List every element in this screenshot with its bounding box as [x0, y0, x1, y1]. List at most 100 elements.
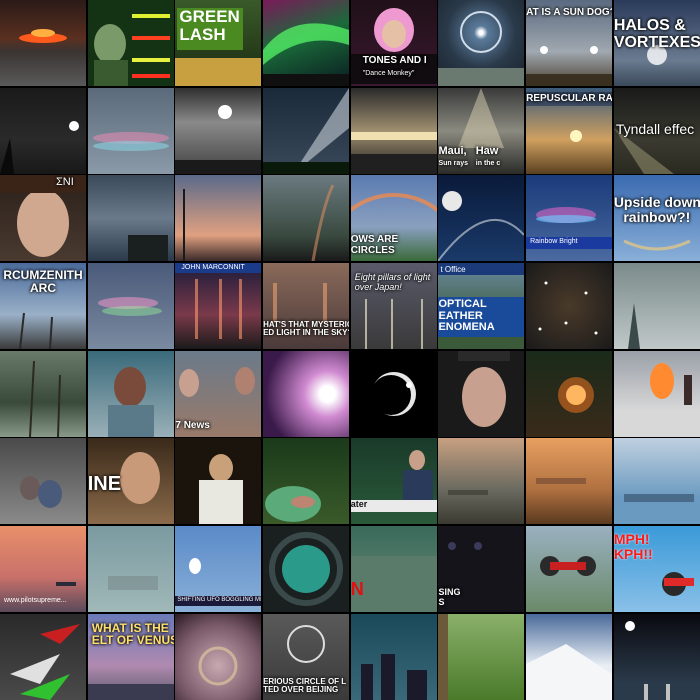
- thumbnail-r1c4[interactable]: [263, 0, 350, 86]
- thumbnail-r7c6[interactable]: SING S: [438, 526, 525, 613]
- iridescent-clouds-image: [97, 297, 162, 317]
- thumbnail-r1c2[interactable]: [87, 0, 174, 86]
- thumbnail-r3c7[interactable]: Rainbow Bright: [526, 175, 613, 262]
- thumbnail-r5c3[interactable]: 7 News: [175, 350, 262, 437]
- thumbnail-grid: GREEN LASH TONES AND I "Dance Monkey" AT…: [0, 0, 700, 700]
- thumbnail-r2c2[interactable]: [87, 87, 174, 174]
- thumbnail-r6c2[interactable]: INE: [87, 438, 174, 525]
- thumbnail-r3c1[interactable]: ΣNI: [0, 175, 86, 262]
- thumbnail-r3c3[interactable]: [175, 175, 262, 262]
- thumbnail-r7c3[interactable]: SHIFTING UFO BOGGLING MINDS: [175, 526, 262, 613]
- thumbnail-r1c7[interactable]: AT IS A SUN DOG?: [526, 0, 613, 86]
- thumbnail-r6c8[interactable]: [613, 438, 700, 525]
- thumbnail-r7c7[interactable]: [526, 526, 613, 613]
- thumbnail-r3c8[interactable]: Upside down rainbow?!: [613, 175, 700, 262]
- thumbnail-r1c1[interactable]: [0, 0, 86, 86]
- thumbnail-r5c5[interactable]: [350, 350, 437, 437]
- singer-stage-image: [199, 454, 244, 525]
- night-lights-image: [624, 620, 670, 700]
- thumbnail-r8c4[interactable]: ERIOUS CIRCLE OF L TED OVER BEIJING: [263, 613, 350, 700]
- thumbnail-r8c3[interactable]: [175, 613, 262, 700]
- tile-caption: HAT'S THAT MYSTERIOUS ED LIGHT IN THE SK…: [263, 320, 349, 338]
- thumbnail-r6c5[interactable]: ater: [350, 438, 437, 525]
- solar-eclipse-image: [370, 371, 416, 416]
- thumbnail-r8c1[interactable]: [0, 613, 86, 700]
- thumbnail-r2c7[interactable]: REPUSCULAR RAY: [526, 87, 613, 174]
- cloud-iridescence-image: [92, 131, 169, 151]
- cnn-coast-image: [350, 556, 437, 613]
- thumbnail-r4c5[interactable]: Eight pillars of light over Japan!: [350, 263, 437, 350]
- thumbnail-r2c3[interactable]: [175, 87, 262, 174]
- sun-glare-image: [263, 351, 349, 437]
- fata-morgana-ship-image: [536, 478, 587, 485]
- thumbnail-r3c5[interactable]: OWS ARE CIRCLES: [350, 175, 437, 262]
- thumbnail-r4c8[interactable]: [613, 263, 700, 350]
- thumbnail-r2c8[interactable]: Tyndall effec: [613, 87, 700, 174]
- thumbnail-r6c1[interactable]: [0, 438, 86, 525]
- tile-subcaption: "Dance Monkey": [362, 70, 415, 77]
- tile-caption: Upside down rainbow?!: [613, 194, 700, 226]
- thumbnail-r5c4[interactable]: [263, 350, 350, 437]
- tile-caption: ater: [350, 499, 368, 510]
- thumbnail-r4c3[interactable]: JOHN MARCONNIT: [175, 263, 262, 350]
- thumbnail-r8c5[interactable]: [350, 613, 437, 700]
- tile-caption: REPUSCULAR RAY: [526, 92, 613, 104]
- thumbnail-r7c2[interactable]: [87, 526, 174, 613]
- thumbnail-r8c7[interactable]: [526, 613, 613, 700]
- drone-image: [540, 556, 597, 577]
- glory-halo-image: [198, 646, 238, 686]
- ghost-city-image: [107, 576, 158, 591]
- thumbnail-r1c6[interactable]: [438, 0, 525, 86]
- sun-halo-image: [438, 11, 525, 86]
- thumbnail-r8c2[interactable]: WHAT IS THE ELT OF VENUS: [87, 613, 174, 700]
- sun-rays-image: [350, 131, 437, 174]
- thumbnail-r5c6[interactable]: [438, 350, 525, 437]
- face-closeup-image: [458, 350, 511, 427]
- tile-caption: GREEN LASH: [179, 7, 240, 44]
- tile-caption: Eight pillars of light over Japan!: [354, 272, 431, 292]
- thumbnail-r1c5[interactable]: TONES AND I "Dance Monkey": [350, 0, 437, 86]
- crowd-watching-image: [20, 476, 62, 509]
- tile-caption: MPH! KPH!!: [613, 531, 653, 562]
- thumbnail-r7c5[interactable]: N: [350, 526, 437, 613]
- thumbnail-r7c8[interactable]: MPH! KPH!!: [613, 526, 700, 613]
- thumbnail-r3c2[interactable]: [87, 175, 174, 262]
- sun-behind-clouds-image: [175, 104, 262, 174]
- thumbnail-r8c8[interactable]: [613, 613, 700, 700]
- tile-caption: 7 News: [175, 419, 210, 431]
- thumbnail-r5c8[interactable]: [613, 350, 700, 437]
- explosion-snow-image: [649, 362, 692, 405]
- thumbnail-r2c5[interactable]: [350, 87, 437, 174]
- thumbnail-r7c1[interactable]: www.pilotsupreme...: [0, 526, 86, 613]
- thumbnail-r6c6[interactable]: [438, 438, 525, 525]
- tile-caption: RCUMZENITH ARC: [3, 268, 83, 295]
- moon-rainbow-image: [438, 191, 525, 262]
- thumbnail-r5c7[interactable]: [526, 350, 613, 437]
- thumbnail-r8c6[interactable]: [438, 613, 525, 700]
- singer-portrait-image: [107, 366, 154, 437]
- sparkling-snow-image: [538, 281, 598, 335]
- thumbnail-r2c4[interactable]: [263, 87, 350, 174]
- thumbnail-r3c6[interactable]: [438, 175, 525, 262]
- tile-caption: ΣNI: [56, 176, 74, 189]
- thumbnail-r6c4[interactable]: [263, 438, 350, 525]
- haze-ship-image: [448, 490, 489, 496]
- thumbnail-r5c1[interactable]: [0, 350, 86, 437]
- tile-caption: HALOS & VORTEXES: [613, 17, 700, 51]
- thumbnail-r1c3[interactable]: GREEN LASH: [175, 0, 262, 86]
- tile-caption: Rainbow Bright: [530, 238, 578, 246]
- thumbnail-r5c2[interactable]: [87, 350, 174, 437]
- thumbnail-r4c7[interactable]: [526, 263, 613, 350]
- thumbnail-r4c6[interactable]: t Office OPTICAL EATHER ENOMENA: [438, 263, 525, 350]
- thumbnail-r4c2[interactable]: [87, 263, 174, 350]
- thumbnail-r6c3[interactable]: [175, 438, 262, 525]
- thumbnail-r3c4[interactable]: [263, 175, 350, 262]
- thumbnail-r4c1[interactable]: RCUMZENITH ARC: [0, 263, 86, 350]
- thumbnail-r2c1[interactable]: [0, 87, 86, 174]
- thumbnail-r2c6[interactable]: Maui, Haw Sun rays in the c: [438, 87, 525, 174]
- thumbnail-r7c4[interactable]: [263, 526, 350, 613]
- tile-caption: OPTICAL EATHER ENOMENA: [438, 298, 495, 334]
- thumbnail-r6c7[interactable]: [526, 438, 613, 525]
- thumbnail-r4c4[interactable]: HAT'S THAT MYSTERIOUS ED LIGHT IN THE SK…: [263, 263, 350, 350]
- thumbnail-r1c8[interactable]: HALOS & VORTEXES: [613, 0, 700, 86]
